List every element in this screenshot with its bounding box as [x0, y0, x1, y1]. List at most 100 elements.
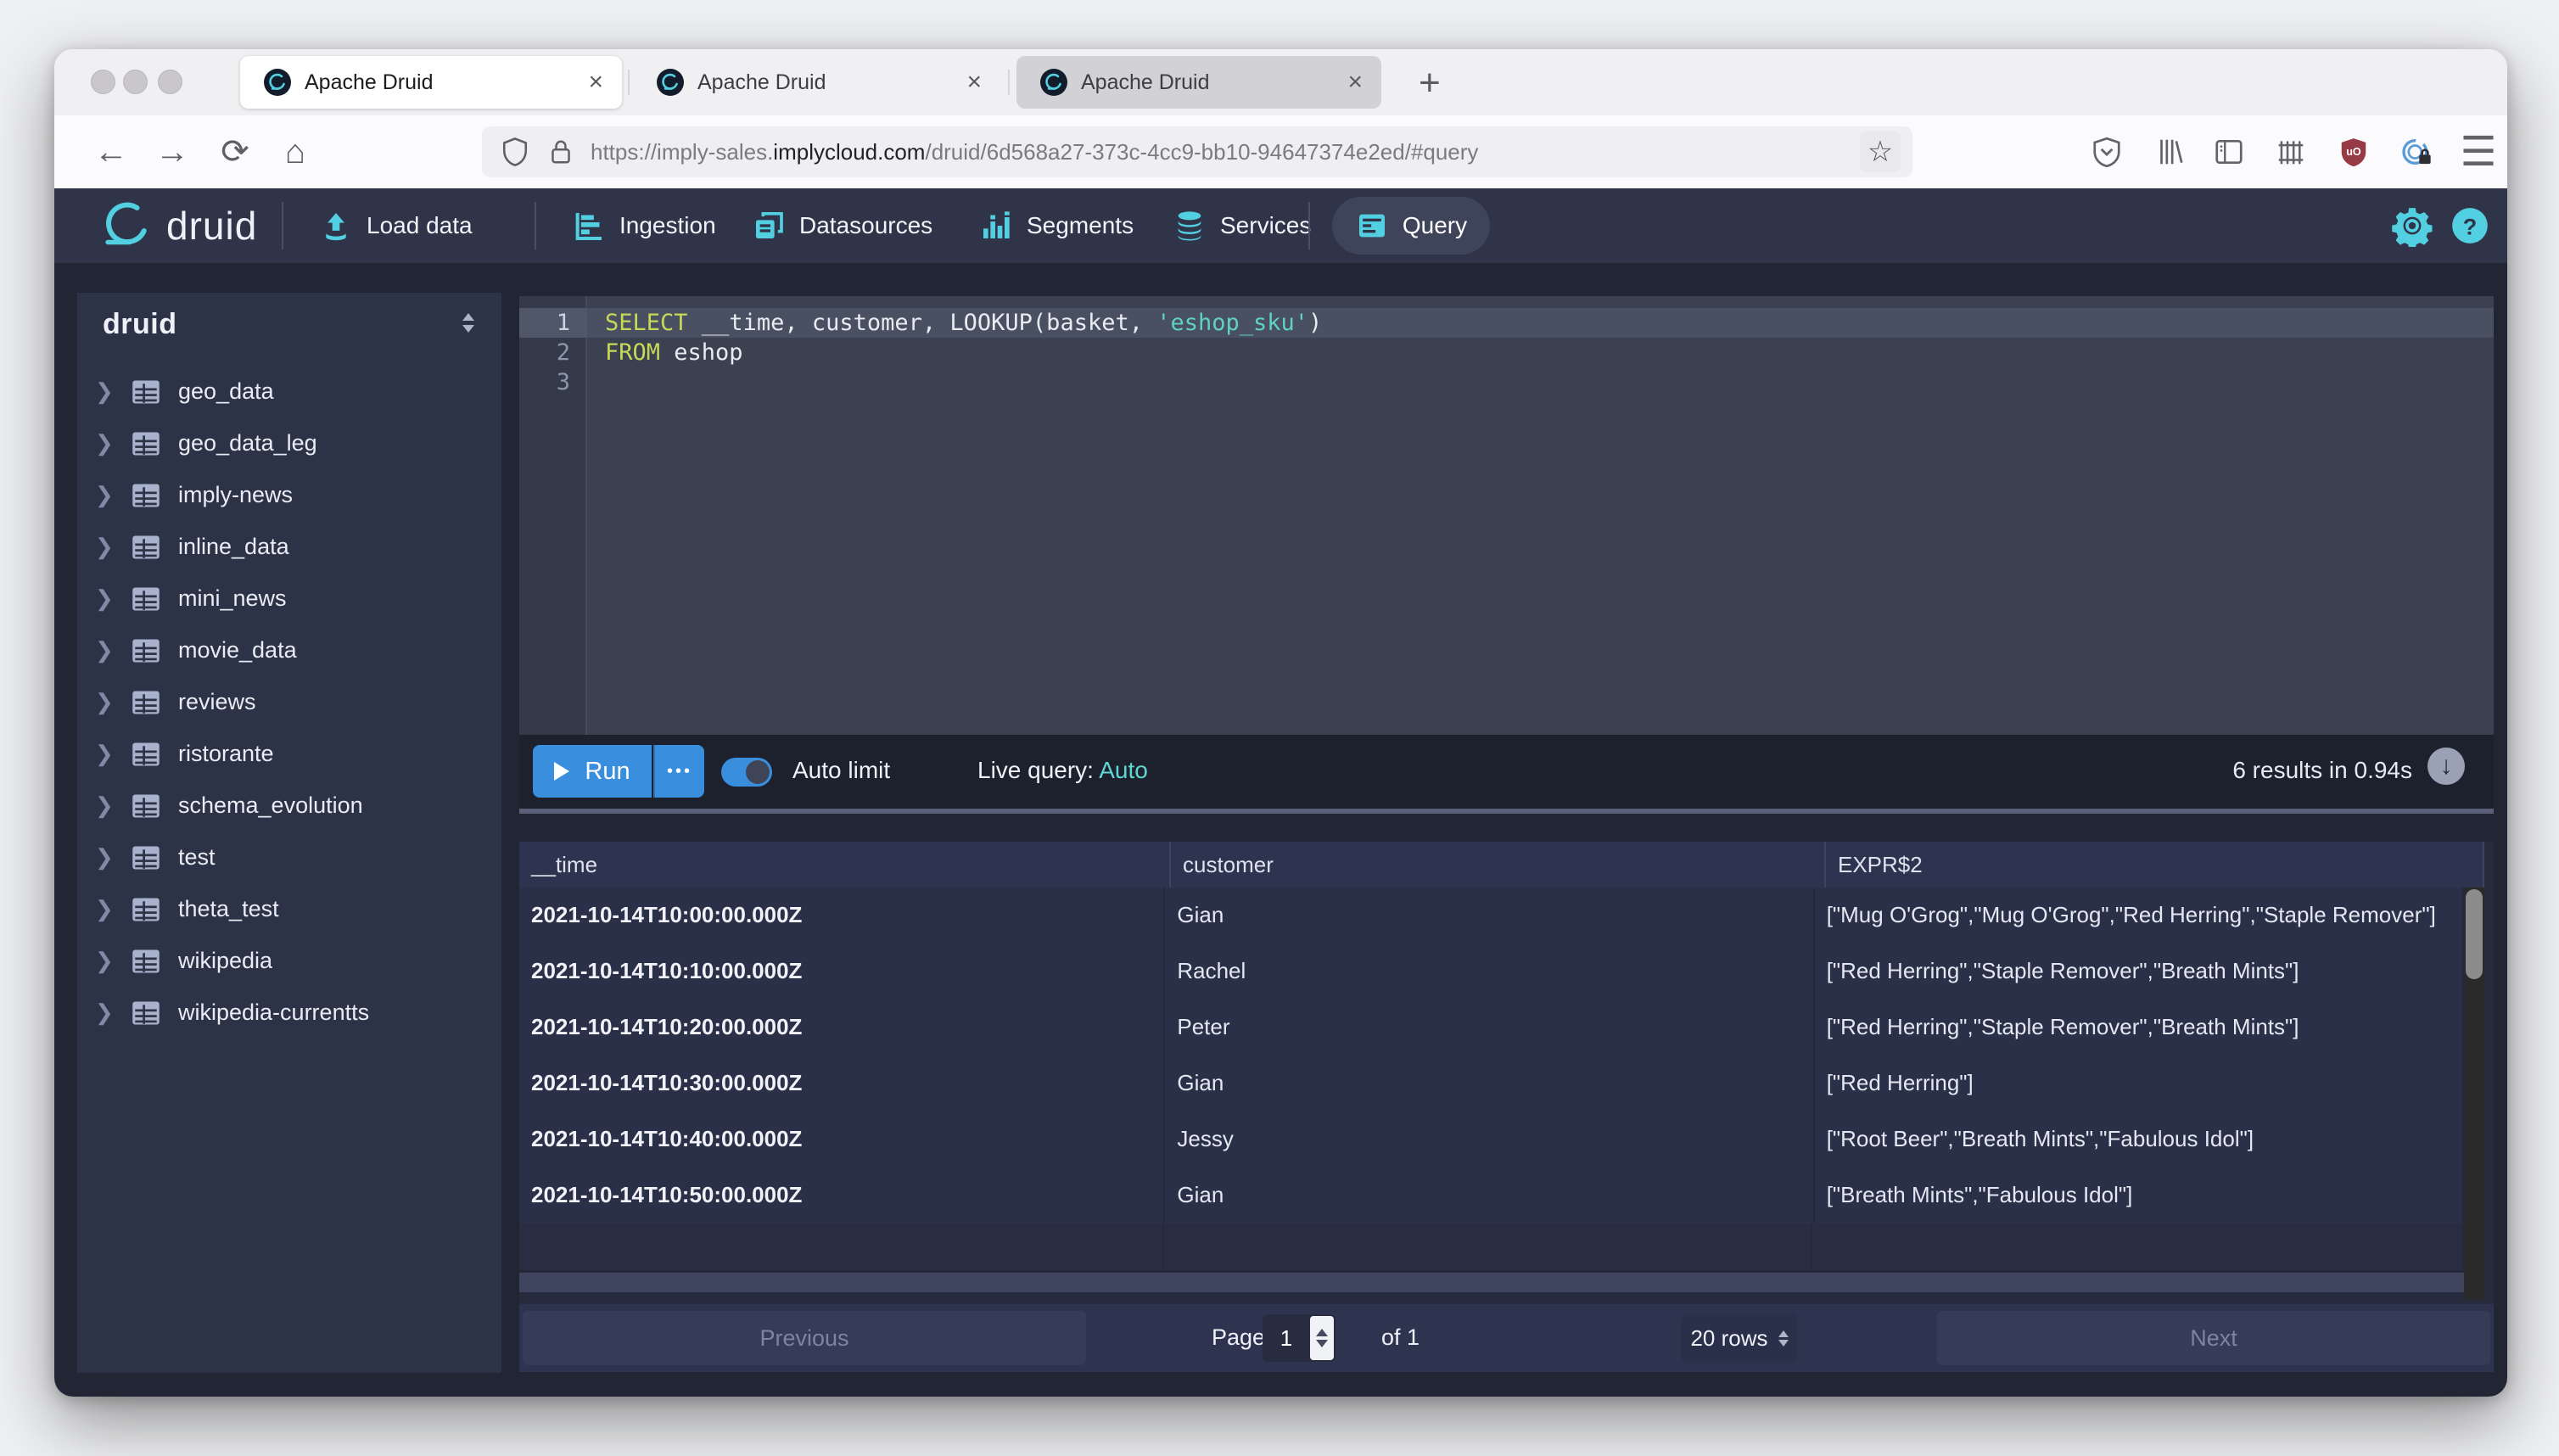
column-header-__time[interactable]: __time — [519, 842, 1171, 888]
reload-button[interactable]: ⟳ — [214, 131, 256, 173]
datasource-item-imply-news[interactable]: ❯imply-news — [77, 469, 501, 521]
rows-per-page-select[interactable]: 20 rows — [1681, 1314, 1798, 1362]
editor-line-3[interactable]: 3 — [519, 367, 2494, 397]
cell-__time[interactable]: 2021-10-14T10:10:00.000Z — [519, 944, 1165, 1000]
chevron-right-icon[interactable]: ❯ — [95, 585, 120, 612]
cell-__time[interactable]: 2021-10-14T10:40:00.000Z — [519, 1112, 1165, 1168]
run-button[interactable]: Run — [533, 745, 652, 798]
cell-customer[interactable]: Peter — [1165, 1000, 1814, 1056]
cell-EXPR$2[interactable]: ["Red Herring","Staple Remover","Breath … — [1815, 1000, 2464, 1056]
lock-icon[interactable] — [548, 137, 574, 167]
nav-item-load-data[interactable]: Load data — [319, 188, 473, 263]
datasource-item-test[interactable]: ❯test — [77, 832, 501, 883]
nav-item-datasources[interactable]: Datasources — [752, 188, 932, 263]
chevron-right-icon[interactable]: ❯ — [95, 792, 120, 819]
datasource-item-ristorante[interactable]: ❯ristorante — [77, 728, 501, 780]
scrollbar-thumb[interactable] — [2466, 889, 2483, 979]
datasource-item-wikipedia-currentts[interactable]: ❯wikipedia-currentts — [77, 987, 501, 1039]
horizontal-scrollbar[interactable] — [519, 1273, 2464, 1292]
table-row[interactable]: 2021-10-14T10:20:00.000ZPeter["Red Herri… — [519, 1000, 2464, 1057]
library-icon[interactable] — [2150, 132, 2189, 171]
bookmark-star-icon[interactable]: ☆ — [1860, 132, 1901, 172]
cell-__time[interactable]: 2021-10-14T10:00:00.000Z — [519, 888, 1165, 944]
table-row[interactable]: 2021-10-14T10:10:00.000ZRachel["Red Herr… — [519, 944, 2464, 1001]
cell-customer[interactable]: Gian — [1165, 1168, 1814, 1224]
sort-icon[interactable] — [462, 313, 474, 333]
datasource-item-schema_evolution[interactable]: ❯schema_evolution — [77, 780, 501, 832]
cell-__time[interactable]: 2021-10-14T10:20:00.000Z — [519, 1000, 1165, 1056]
chevron-right-icon[interactable]: ❯ — [95, 948, 120, 974]
chevron-right-icon[interactable]: ❯ — [95, 482, 120, 508]
chevron-right-icon[interactable]: ❯ — [95, 844, 120, 871]
browser-tab-2[interactable]: Apache Druid × — [633, 56, 1000, 109]
chevron-right-icon[interactable]: ❯ — [95, 637, 120, 664]
cell-EXPR$2[interactable]: ["Mug O'Grog","Mug O'Grog","Red Herring"… — [1815, 888, 2464, 944]
tab-close-icon[interactable]: × — [588, 68, 603, 97]
nav-item-ingestion[interactable]: Ingestion — [572, 188, 716, 263]
datasource-item-inline_data[interactable]: ❯inline_data — [77, 521, 501, 573]
editor-line-2[interactable]: 2FROM eshop — [519, 338, 2494, 367]
shield-permissions-icon[interactable] — [501, 136, 529, 168]
cell-EXPR$2[interactable]: ["Red Herring"] — [1815, 1056, 2464, 1112]
datasource-item-reviews[interactable]: ❯reviews — [77, 676, 501, 728]
previous-page-button[interactable]: Previous — [523, 1311, 1086, 1365]
table-row[interactable]: 2021-10-14T10:40:00.000ZJessy["Root Beer… — [519, 1112, 2464, 1169]
maximize-window-button[interactable] — [158, 70, 182, 94]
chevron-right-icon[interactable]: ❯ — [95, 534, 120, 560]
cell-__time[interactable]: 2021-10-14T10:50:00.000Z — [519, 1168, 1165, 1224]
help-icon[interactable]: ? — [2447, 203, 2493, 249]
panel-splitter[interactable] — [519, 809, 2494, 814]
run-more-button[interactable]: ••• — [653, 745, 704, 798]
druid-logo[interactable]: druid — [102, 200, 257, 251]
datasource-item-geo_data[interactable]: ❯geo_data — [77, 366, 501, 417]
chevron-right-icon[interactable]: ❯ — [95, 378, 120, 405]
download-icon[interactable]: ↓ — [2427, 748, 2465, 785]
sidebar-toggle-icon[interactable] — [2209, 132, 2248, 171]
chevron-right-icon[interactable]: ❯ — [95, 741, 120, 767]
cell-customer[interactable]: Rachel — [1165, 944, 1814, 1000]
datasource-item-wikipedia[interactable]: ❯wikipedia — [77, 935, 501, 987]
chevron-right-icon[interactable]: ❯ — [95, 430, 120, 456]
chevron-right-icon[interactable]: ❯ — [95, 1000, 120, 1026]
page-spinner[interactable] — [1310, 1316, 1334, 1360]
chevron-right-icon[interactable]: ❯ — [95, 689, 120, 715]
table-row[interactable]: 2021-10-14T10:30:00.000ZGian["Red Herrin… — [519, 1056, 2464, 1113]
datasource-item-mini_news[interactable]: ❯mini_news — [77, 573, 501, 624]
column-header-customer[interactable]: customer — [1171, 842, 1826, 888]
home-button[interactable]: ⌂ — [274, 131, 316, 173]
nav-item-segments[interactable]: Segments — [979, 188, 1134, 263]
new-tab-button[interactable]: + — [1419, 64, 1441, 102]
table-row[interactable]: 2021-10-14T10:50:00.000ZGian["Breath Min… — [519, 1168, 2464, 1225]
live-query-label[interactable]: Live query: Auto — [977, 757, 1148, 784]
menu-hamburger-icon[interactable]: ☰ — [2459, 132, 2498, 171]
datasource-item-movie_data[interactable]: ❯movie_data — [77, 624, 501, 676]
tab-close-icon[interactable]: × — [1347, 68, 1363, 97]
cell-__time[interactable]: 2021-10-14T10:30:00.000Z — [519, 1056, 1165, 1112]
next-page-button[interactable]: Next — [1937, 1311, 2490, 1365]
pocket-icon[interactable] — [2087, 132, 2126, 171]
nav-item-services[interactable]: Services — [1173, 188, 1311, 263]
browser-tab-1[interactable]: Apache Druid × — [240, 56, 622, 109]
datasource-item-geo_data_leg[interactable]: ❯geo_data_leg — [77, 417, 501, 469]
auto-limit-toggle[interactable] — [721, 758, 772, 787]
forward-button[interactable]: → — [151, 131, 193, 173]
cell-EXPR$2[interactable]: ["Root Beer","Breath Mints","Fabulous Id… — [1815, 1112, 2464, 1168]
editor-line-1[interactable]: 1SELECT __time, customer, LOOKUP(basket,… — [519, 308, 2494, 338]
chevron-right-icon[interactable]: ❯ — [95, 896, 120, 922]
close-window-button[interactable] — [91, 70, 115, 94]
table-row[interactable]: 2021-10-14T10:00:00.000ZGian["Mug O'Grog… — [519, 888, 2464, 945]
minimize-window-button[interactable] — [123, 70, 148, 94]
ublock-origin-icon[interactable]: uO — [2334, 132, 2373, 171]
nav-item-query[interactable]: Query — [1332, 197, 1490, 255]
cell-customer[interactable]: Jessy — [1165, 1112, 1814, 1168]
column-header-EXPR$2[interactable]: EXPR$2 — [1826, 842, 2484, 888]
cell-customer[interactable]: Gian — [1165, 888, 1814, 944]
url-bar[interactable]: https://imply-sales.implycloud.com/druid… — [482, 126, 1912, 177]
browser-tab-3[interactable]: Apache Druid × — [1016, 56, 1381, 109]
vertical-scrollbar[interactable] — [2464, 888, 2484, 1300]
datasource-item-theta_test[interactable]: ❯theta_test — [77, 883, 501, 935]
settings-gear-icon[interactable] — [2389, 203, 2435, 249]
schema-name[interactable]: druid — [103, 308, 176, 341]
page-number-input[interactable]: 1 — [1263, 1314, 1335, 1362]
tab-close-icon[interactable]: × — [966, 68, 982, 97]
